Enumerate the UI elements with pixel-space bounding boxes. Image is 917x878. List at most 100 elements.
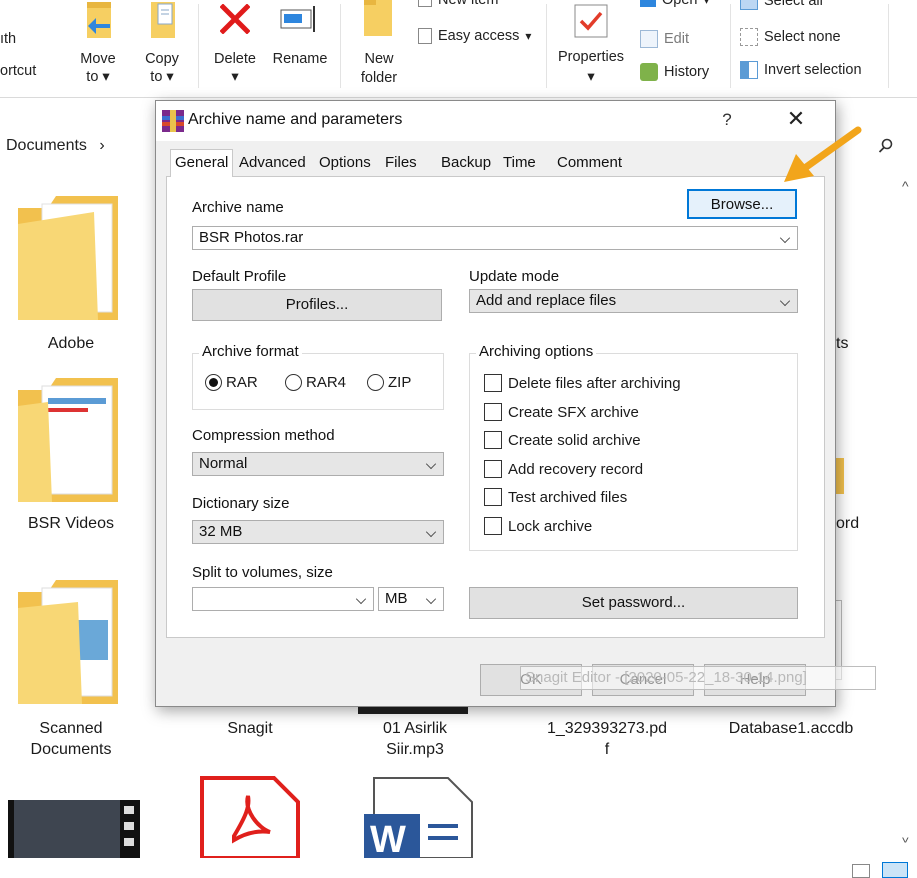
pdf-file-icon[interactable] [194, 776, 302, 858]
easy-access-button[interactable]: Easy access ▾ [418, 28, 531, 44]
select-none-button[interactable]: Select none [740, 28, 841, 46]
file-label-partial-ord[interactable]: ord [836, 513, 876, 534]
split-volumes-label: Split to volumes, size [192, 564, 333, 581]
file-label-accdb[interactable]: Database1.accdb [716, 718, 866, 739]
update-mode-select[interactable]: Add and replace files [469, 289, 798, 313]
checkbox-icon[interactable] [484, 460, 502, 478]
file-label-snagit[interactable]: Snagit [175, 718, 325, 739]
file-label-mp3[interactable]: 01 Asirlik Siir.mp3 [340, 718, 490, 760]
checkbox-icon[interactable] [484, 403, 502, 421]
checkbox-icon[interactable] [484, 374, 502, 392]
chevron-down-icon[interactable] [779, 232, 791, 244]
file-label-partial-ts[interactable]: ts [836, 333, 856, 354]
browse-button[interactable]: Browse... [687, 189, 797, 219]
word-file-icon[interactable]: W [356, 776, 476, 858]
tab-backup[interactable]: Backup [437, 152, 495, 176]
tab-comment[interactable]: Comment [553, 152, 626, 176]
help-question-button[interactable]: ? [712, 107, 742, 135]
breadcrumb-chevron-icon[interactable]: › [99, 137, 104, 154]
history-icon [640, 63, 658, 81]
radio-rar4[interactable]: RAR4 [285, 374, 346, 391]
invert-selection-label: Invert selection [764, 62, 862, 78]
scroll-down-arrow-icon[interactable]: ^ [902, 830, 909, 846]
update-mode-label: Update mode [469, 268, 560, 285]
file-label-mp3-line-2: Siir.mp3 [386, 741, 444, 758]
checkbox-lock-archive[interactable]: Lock archive [484, 517, 592, 535]
compression-method-select[interactable]: Normal [192, 452, 444, 476]
file-label-scanned-documents[interactable]: Scanned Documents [0, 718, 142, 760]
radio-selected-icon[interactable] [205, 374, 222, 391]
delete-button[interactable]: Delete ▾ [206, 0, 264, 92]
radio-rar[interactable]: RAR [205, 374, 258, 391]
checkbox-recovery-record[interactable]: Add recovery record [484, 460, 643, 478]
checkbox-label: Create solid archive [508, 431, 641, 449]
partial-file-icon[interactable] [836, 458, 844, 494]
search-icon[interactable] [878, 138, 894, 154]
file-label-mp3-line-1: 01 Asirlik [382, 720, 448, 737]
mp3-thumbnail[interactable] [358, 706, 468, 714]
folder-icon[interactable] [18, 580, 124, 704]
large-icons-view-icon[interactable] [882, 862, 908, 878]
split-unit-select[interactable]: MB [378, 587, 444, 611]
checkbox-create-solid[interactable]: Create solid archive [484, 431, 641, 449]
radio-zip[interactable]: ZIP [367, 374, 411, 391]
folder-icon[interactable] [18, 196, 124, 320]
ribbon-paste-shortcut-label[interactable]: ortcut [0, 62, 60, 81]
ribbon-copy-path-label[interactable]: ıth [0, 30, 30, 49]
set-password-button[interactable]: Set password... [469, 587, 798, 619]
folder-icon[interactable] [18, 378, 124, 502]
archive-name-combobox[interactable]: BSR Photos.rar [192, 226, 798, 250]
chevron-down-icon[interactable] [425, 526, 437, 538]
checkbox-create-sfx[interactable]: Create SFX archive [484, 403, 639, 421]
invert-selection-button[interactable]: Invert selection [740, 61, 862, 79]
checkbox-icon[interactable] [484, 517, 502, 535]
update-mode-value: Add and replace files [476, 292, 617, 309]
details-view-icon[interactable] [852, 864, 870, 878]
checkbox-test-archived[interactable]: Test archived files [484, 488, 627, 506]
profiles-button[interactable]: Profiles... [192, 289, 442, 321]
history-button[interactable]: History [640, 63, 709, 81]
dictionary-size-select[interactable]: 32 MB [192, 520, 444, 544]
ribbon: ıth ortcut Move to ▾ Copy to ▾ Delete ▾ … [0, 0, 917, 98]
checkbox-icon[interactable] [484, 488, 502, 506]
tab-files[interactable]: Files [381, 152, 421, 176]
breadcrumb[interactable]: Documents › [6, 137, 105, 155]
chevron-down-icon[interactable] [425, 593, 437, 605]
chevron-down-icon[interactable] [355, 593, 367, 605]
breadcrumb-documents[interactable]: Documents [6, 137, 87, 154]
file-label-adobe[interactable]: Adobe [0, 333, 142, 354]
tab-options[interactable]: Options [315, 152, 375, 176]
dropdown-caret-icon: ▾ [166, 69, 174, 85]
file-label-pdf[interactable]: 1_329393273.pd f [532, 718, 682, 760]
invert-selection-icon [740, 61, 758, 79]
tab-time[interactable]: Time [499, 152, 540, 176]
annotation-arrow-icon [784, 126, 862, 182]
file-label-bsr-videos[interactable]: BSR Videos [0, 513, 142, 534]
video-thumbnail-icon[interactable] [8, 800, 140, 858]
checkbox-delete-after[interactable]: Delete files after archiving [484, 374, 681, 392]
select-all-button[interactable]: Select all [740, 0, 823, 10]
split-volumes-input[interactable] [192, 587, 374, 611]
copy-to-button[interactable]: Copy to ▾ [134, 0, 190, 92]
scroll-up-arrow-icon[interactable]: ^ [902, 178, 909, 194]
chevron-down-icon[interactable] [779, 295, 791, 307]
open-icon [640, 0, 656, 7]
rename-button[interactable]: Rename [268, 0, 332, 92]
move-to-button[interactable]: Move to ▾ [70, 0, 126, 92]
dropdown-caret-icon: ▾ [703, 0, 710, 7]
new-item-button[interactable]: New item [418, 0, 498, 8]
dialog-title-bar[interactable]: Archive name and parameters ? ✕ [156, 101, 835, 141]
properties-button[interactable]: Properties ▾ [552, 0, 630, 92]
checkbox-icon[interactable] [484, 431, 502, 449]
open-button[interactable]: Open ▾ [640, 0, 710, 8]
archive-name-value[interactable]: BSR Photos.rar [199, 229, 303, 246]
tab-general[interactable]: General [170, 149, 234, 177]
new-item-label: New item [438, 0, 499, 8]
new-folder-button[interactable]: New folder [350, 0, 408, 92]
vertical-scrollbar[interactable]: ^ ^ [898, 170, 917, 860]
chevron-down-icon[interactable] [425, 458, 437, 470]
radio-unselected-icon[interactable] [367, 374, 384, 391]
edit-button[interactable]: Edit [640, 30, 689, 48]
radio-unselected-icon[interactable] [285, 374, 302, 391]
tab-advanced[interactable]: Advanced [235, 152, 310, 176]
